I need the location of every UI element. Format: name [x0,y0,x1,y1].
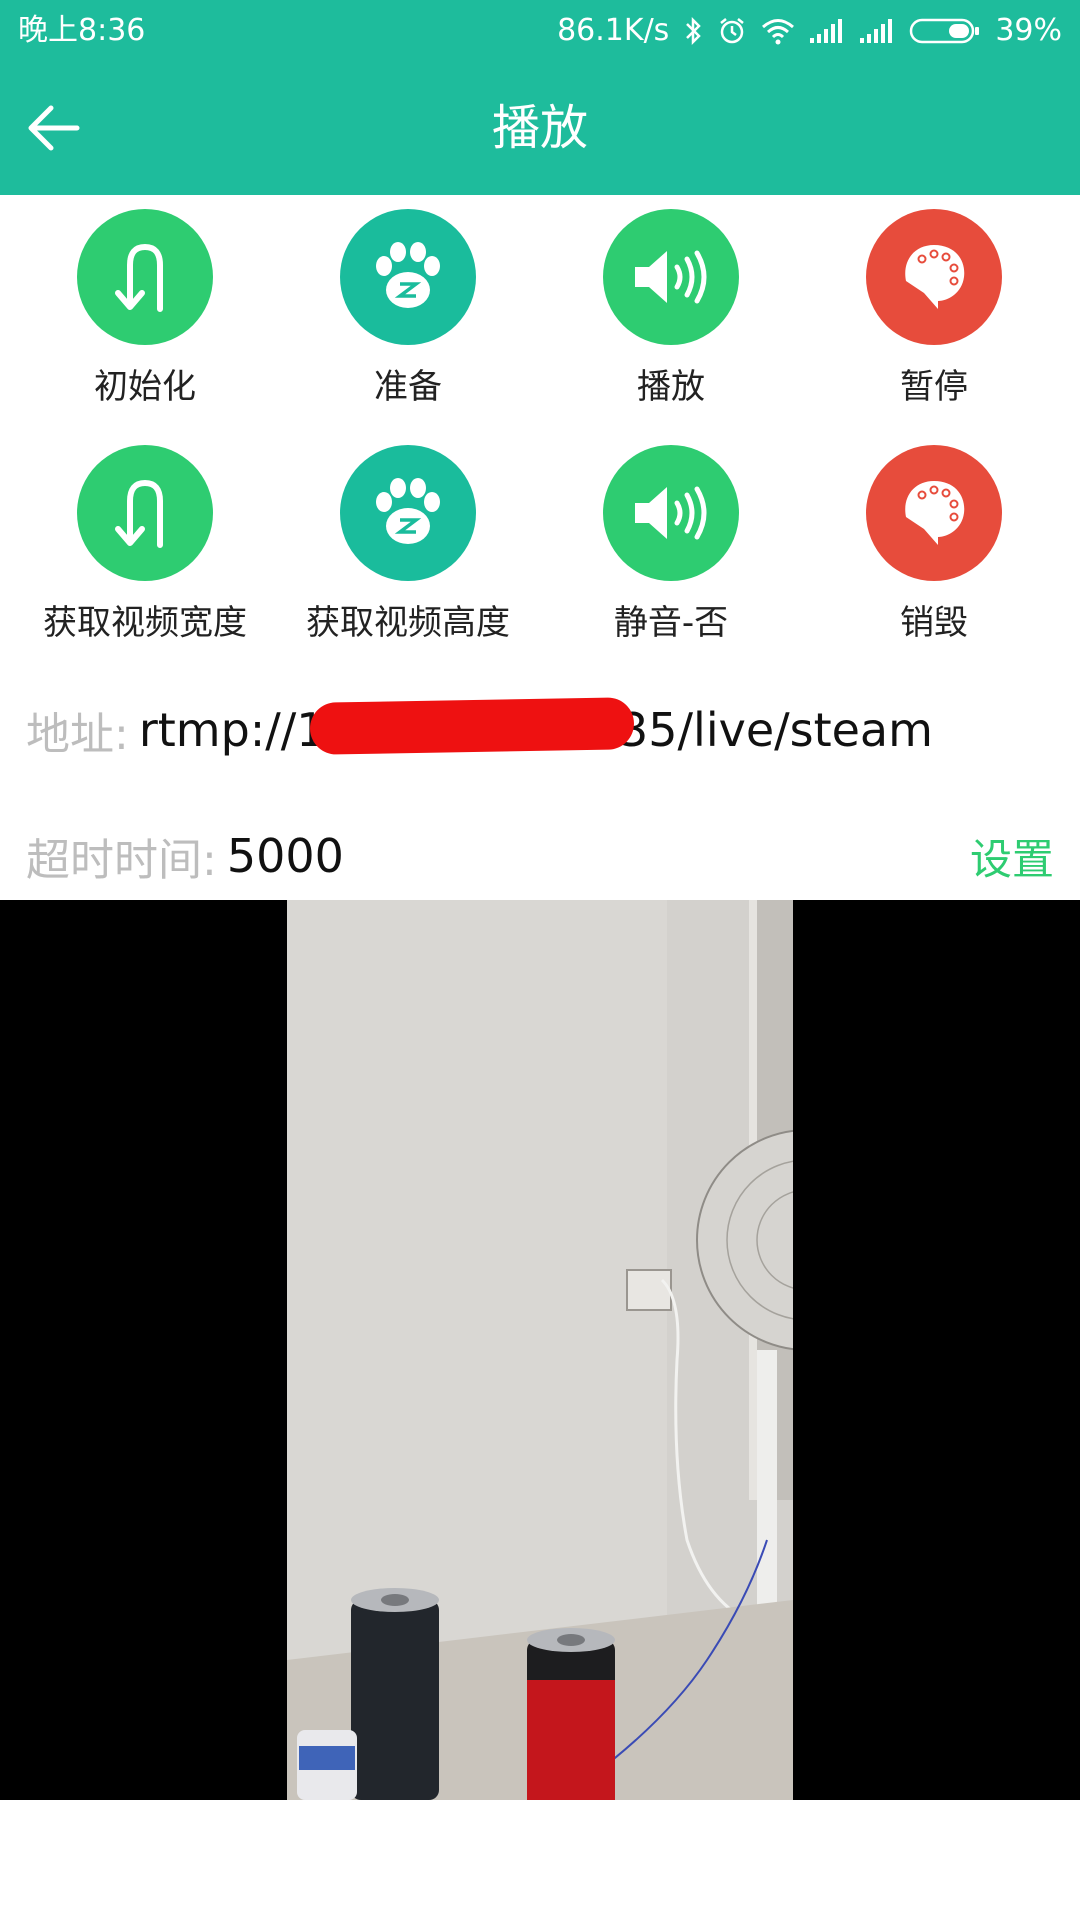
destroy-circle [866,445,1002,581]
redaction-mark [309,697,635,755]
prepare-label: 准备 [374,367,442,407]
bluetooth-icon [683,0,703,61]
timeout-label: 超时时间: [26,835,217,886]
address-label: 地址: [26,709,129,760]
status-icons: 86.1K/s 39% [557,0,1062,61]
pause-button[interactable]: 暂停 [803,195,1065,415]
timeout-row: 超时时间: 5000 设置 [26,816,1054,896]
get-video-width-button[interactable]: 获取视频宽度 [14,431,276,651]
init-circle [77,209,213,345]
destroy-label: 销毁 [900,603,968,643]
get-video-height-button[interactable]: 获取视频高度 [277,431,539,651]
address-row: 地址: rtmp://1·1·2·1.1·2:1935/live/steam [26,690,1054,770]
get-width-label: 获取视频宽度 [43,603,247,643]
mute-button[interactable]: 静音-否 [540,431,802,651]
video-frame [287,900,793,1800]
destroy-button[interactable]: 销毁 [803,431,1065,651]
palette-icon [905,481,965,545]
u-turn-icon [115,479,163,548]
pause-circle [866,209,1002,345]
arrow-left-icon [28,105,80,151]
video-player[interactable] [0,900,1080,1800]
u-turn-icon [115,243,163,312]
app-bar: 播放 [0,61,1080,195]
signal-icon [809,0,845,61]
pause-label: 暂停 [900,367,968,407]
signal-icon [859,0,895,61]
play-label: 播放 [637,367,705,407]
play-button[interactable]: 播放 [540,195,802,415]
timeout-value[interactable]: 5000 [227,829,344,883]
init-button[interactable]: 初始化 [14,195,276,415]
get-width-circle [77,445,213,581]
video-scene [287,900,793,1800]
speaker-icon [635,486,707,540]
page-title: 播放 [491,100,588,156]
network-speed: 86.1K/s [557,13,670,48]
prepare-button[interactable]: 准备 [277,195,539,415]
get-height-circle [340,445,476,581]
prepare-circle [340,209,476,345]
status-time: 晚上8:36 [18,13,146,48]
bottom-blank-area [0,1800,1080,1920]
battery-icon [909,0,981,61]
battery-percent: 39% [995,13,1062,48]
set-button[interactable]: 设置 [970,826,1054,887]
wifi-icon [761,0,795,61]
paw-icon [376,242,440,308]
paw-icon [376,478,440,544]
mute-label: 静音-否 [613,603,729,643]
back-button[interactable] [18,93,88,163]
alarm-icon [717,0,747,61]
mute-circle [603,445,739,581]
speaker-icon [635,250,707,304]
status-bar: 晚上8:36 86.1K/s 39% [0,0,1080,61]
init-label: 初始化 [94,367,196,407]
palette-icon [905,245,965,309]
play-circle [603,209,739,345]
get-height-label: 获取视频高度 [306,603,510,643]
